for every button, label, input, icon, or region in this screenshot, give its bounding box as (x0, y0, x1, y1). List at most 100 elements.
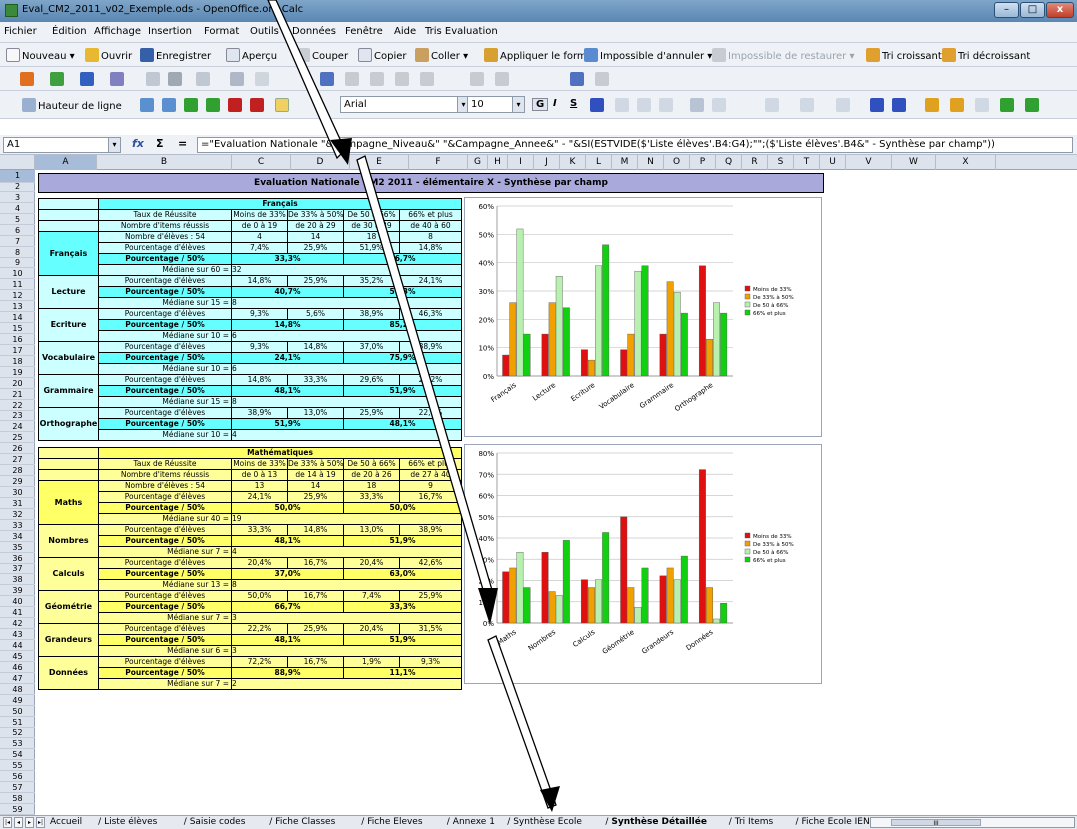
percent-cell[interactable]: 24,1% (231, 491, 288, 503)
report-title-cell[interactable]: Evaluation Nationale CM2 2011 - élémenta… (38, 173, 824, 193)
remove-decimal-icon[interactable] (1025, 98, 1039, 112)
p50-cell[interactable]: 50,0% (231, 502, 344, 514)
sheet-tab[interactable]: Annexe 1 (453, 816, 495, 829)
row-header[interactable]: 8 (0, 247, 35, 258)
p50-cell[interactable]: 59,3% (342, 286, 463, 298)
percent-cell[interactable]: 14,8% (287, 524, 344, 536)
column-header[interactable]: P (690, 155, 716, 170)
median-label[interactable]: Médiane sur 15 = (98, 297, 232, 309)
items-cell[interactable]: de 27 à 40 (398, 469, 463, 481)
function-icon[interactable]: = (178, 137, 187, 150)
column-header[interactable]: K (560, 155, 586, 170)
column-header[interactable]: E (350, 155, 409, 170)
row-header[interactable]: 11 (0, 279, 35, 291)
column-header[interactable]: V (846, 155, 892, 170)
percent-cell[interactable]: 7,4% (231, 242, 288, 254)
insert-rows-icon[interactable] (50, 72, 64, 86)
subject-label[interactable]: Géométrie (38, 590, 99, 624)
p50-cell[interactable]: 24,1% (231, 352, 344, 364)
italic-button[interactable]: I (553, 98, 557, 109)
percent-label[interactable]: Pourcentage d'élèves (98, 341, 232, 353)
sheet-tab[interactable]: Liste élèves (104, 816, 157, 829)
percent-icon[interactable] (950, 98, 964, 112)
row-header[interactable]: 36 (0, 553, 35, 564)
percent-cell[interactable]: 9,3% (231, 308, 288, 320)
table-cell[interactable] (38, 447, 99, 459)
francais-chart[interactable]: 0% 10% 20% 30% 40% 50% 60% Français Lecture Ecrit… (464, 197, 822, 437)
sort-desc-button[interactable]: Tri décroissant (942, 48, 1030, 62)
table-cell[interactable] (38, 469, 99, 481)
items-cell[interactable]: de 14 à 19 (287, 469, 344, 481)
percent-label[interactable]: Pourcentage d'élèves (98, 374, 232, 386)
apply-format-button[interactable]: Appliquer le format (484, 48, 597, 62)
header-cell[interactable]: 66% et plus (398, 458, 463, 470)
median-value[interactable]: 8 (230, 396, 463, 408)
column-header[interactable]: W (892, 155, 936, 170)
percent-cell[interactable]: 25,9% (398, 590, 463, 602)
row-header[interactable]: 35 (0, 542, 35, 553)
percent-cell[interactable]: 38,9% (231, 407, 288, 419)
percent-cell[interactable]: 33,3% (287, 374, 344, 386)
percent-cell[interactable]: 14,8% (231, 374, 288, 386)
prev-sheet-icon[interactable]: ◂ (14, 817, 23, 828)
header-cell[interactable]: Taux de Réussite (98, 209, 232, 221)
background-color-icon[interactable] (800, 98, 814, 112)
radio-control-icon[interactable] (420, 72, 434, 86)
sheet-tab[interactable]: Synthèse Détaillée (611, 816, 707, 829)
p50-cell[interactable]: 66,7% (342, 253, 463, 265)
row-header[interactable]: 17 (0, 345, 35, 356)
count-cell[interactable]: Nombre d'élèves : 54 (98, 231, 232, 243)
percent-cell[interactable]: 72,2% (231, 656, 288, 668)
subject-label[interactable]: Calculs (38, 557, 99, 591)
header-cell[interactable]: Taux de Réussite (98, 458, 232, 470)
percent-cell[interactable]: 29,6% (343, 374, 400, 386)
currency-icon[interactable] (925, 98, 939, 112)
horizontal-scrollbar[interactable]: III (870, 817, 1075, 828)
p50-cell[interactable]: 33,3% (342, 601, 463, 613)
row-header[interactable]: 37 (0, 563, 35, 575)
column-header[interactable]: A (35, 155, 97, 170)
column-header[interactable]: Q (716, 155, 742, 170)
percent-cell[interactable]: Pourcentage d'élèves (98, 491, 232, 503)
form-icon[interactable] (345, 72, 359, 86)
header-cell[interactable]: 66% et plus (398, 209, 463, 221)
p50-cell[interactable]: 50,0% (342, 502, 463, 514)
insert-cells-icon[interactable] (184, 98, 198, 112)
undo-button[interactable]: Impossible d'annuler ▾ (584, 48, 712, 62)
percent-label[interactable]: Pourcentage d'élèves (98, 407, 232, 419)
bar-chart-icon[interactable] (80, 72, 94, 86)
median-label[interactable]: Médiane sur 7 = (98, 678, 232, 690)
row-header[interactable]: 32 (0, 509, 35, 520)
menu-edition[interactable]: Édition (52, 26, 87, 37)
open-button[interactable]: Ouvrir (85, 48, 132, 62)
p50-label[interactable]: Pourcentage / 50% (98, 667, 232, 679)
column-header[interactable]: F (409, 155, 468, 170)
row-header[interactable]: 48 (0, 684, 35, 695)
median-label[interactable]: Médiane sur 15 = (98, 396, 232, 408)
count-cell[interactable]: 18 (343, 231, 400, 243)
row-header[interactable]: 4 (0, 203, 35, 214)
redo-button[interactable]: Impossible de restaurer ▾ (712, 48, 855, 62)
median-label[interactable]: Médiane sur 13 = (98, 579, 232, 591)
p50-cell[interactable]: 51,9% (342, 535, 463, 547)
delete-rows-icon[interactable] (250, 98, 264, 112)
row-header[interactable]: 19 (0, 367, 35, 378)
row-header[interactable]: 55 (0, 760, 35, 772)
row-header[interactable]: 28 (0, 465, 35, 477)
row-header[interactable]: 58 (0, 793, 35, 804)
median-label[interactable]: Médiane sur 60 = (98, 264, 232, 276)
row-header[interactable]: 14 (0, 312, 35, 324)
chart-icon[interactable] (20, 72, 34, 86)
font-size-select[interactable]: 10 ▾ (467, 96, 525, 113)
column-header[interactable]: O (664, 155, 690, 170)
sum-icon[interactable]: Σ (156, 137, 164, 150)
p50-cell[interactable]: 51,9% (342, 634, 463, 646)
row-header[interactable]: 23 (0, 410, 35, 422)
number-format-icon[interactable] (975, 98, 989, 112)
p50-label[interactable]: Pourcentage / 50% (98, 385, 232, 397)
percent-label[interactable]: Pourcentage d'élèves (98, 308, 232, 320)
delete-cells-icon[interactable] (206, 98, 220, 112)
grid-icon[interactable] (230, 72, 244, 86)
p50-cell[interactable]: 51,9% (231, 418, 344, 430)
draw-icon[interactable] (320, 72, 334, 86)
